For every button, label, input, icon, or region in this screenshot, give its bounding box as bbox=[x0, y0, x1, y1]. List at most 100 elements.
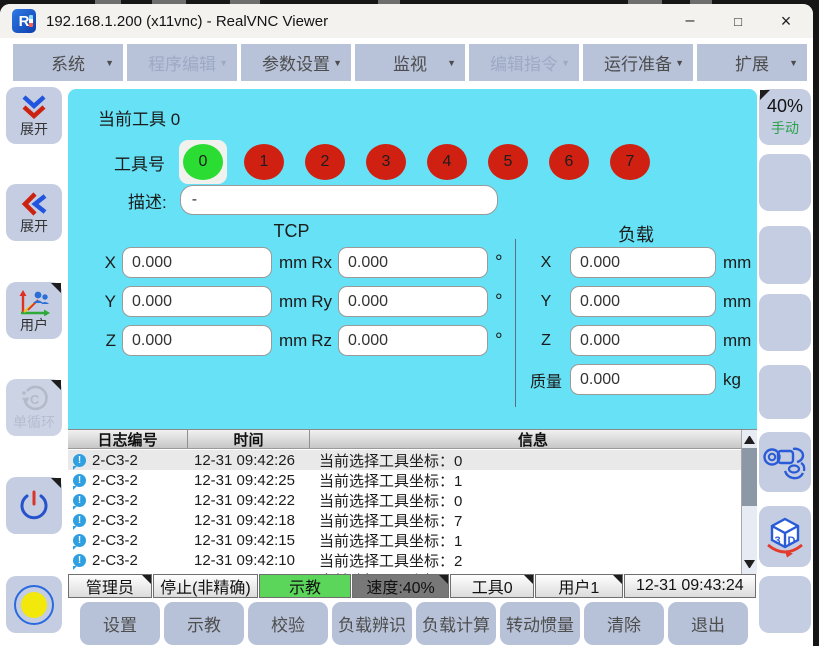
value-field[interactable]: 0.000 bbox=[570, 247, 716, 278]
log-row[interactable]: ! 2-C3-2 12-31 09:42:15 当前选择工具坐标：1 bbox=[68, 530, 741, 550]
field-axis-label: Z bbox=[528, 332, 564, 350]
field-unit-label: mm bbox=[723, 331, 751, 351]
tool-number-value: 2 bbox=[321, 153, 330, 171]
chevron-down-icon: ▼ bbox=[105, 58, 114, 68]
description-input[interactable]: - bbox=[180, 185, 498, 215]
status-user-frame[interactable]: 用户1 bbox=[535, 574, 623, 598]
log-cell-time: 12-31 09:42:25 bbox=[188, 472, 310, 489]
value-field[interactable]: 0.000 bbox=[122, 286, 272, 317]
menu-item-label: 扩展 bbox=[735, 50, 769, 75]
log-scrollbar[interactable] bbox=[741, 430, 757, 574]
field-row: X 0.000 mm bbox=[96, 247, 307, 278]
minimize-button[interactable]: – bbox=[673, 7, 707, 35]
tool-number-button[interactable]: 2 bbox=[301, 140, 349, 184]
hand-guide-button[interactable] bbox=[759, 432, 811, 492]
expand-down-button[interactable]: 展开 bbox=[6, 87, 62, 144]
value-field[interactable]: 0.000 bbox=[338, 247, 488, 278]
tool-settings-panel: 当前工具 0 工具号 0 bbox=[68, 89, 757, 429]
power-button[interactable] bbox=[6, 477, 62, 534]
tool-number-button[interactable]: 0 bbox=[179, 140, 227, 184]
log-row[interactable]: ! 2-C3-2 12-31 09:42:22 当前选择工具坐标：0 bbox=[68, 490, 741, 510]
field-axis-label: 质量 bbox=[528, 368, 564, 392]
expand-left-button[interactable]: 展开 bbox=[6, 184, 62, 241]
value-field[interactable]: 0.000 bbox=[570, 286, 716, 317]
scrollbar-thumb[interactable] bbox=[742, 448, 757, 506]
log-id-text: 2-C3-2 bbox=[92, 452, 138, 469]
value-field[interactable]: 0.000 bbox=[122, 247, 272, 278]
deadman-indicator-button[interactable] bbox=[6, 576, 62, 633]
field-axis-label: Y bbox=[528, 293, 564, 311]
value-field[interactable]: 0.000 bbox=[122, 325, 272, 356]
side-button-empty[interactable] bbox=[759, 226, 811, 284]
field-row: Rx 0.000 ° bbox=[304, 247, 503, 278]
desktop-background: R 192.168.1.200 (x11vnc) - RealVNC Viewe… bbox=[0, 0, 819, 646]
chevron-down-icon: ▼ bbox=[675, 58, 684, 68]
side-button-empty[interactable] bbox=[759, 294, 811, 351]
value-field[interactable]: 0.000 bbox=[570, 325, 716, 356]
field-axis-label: Rz bbox=[304, 331, 332, 351]
side-button-empty[interactable] bbox=[759, 576, 811, 633]
tool-number-button[interactable]: 3 bbox=[362, 140, 410, 184]
bottom-action-button[interactable]: 清除 bbox=[584, 602, 664, 645]
status-speed[interactable]: 速度:40% bbox=[352, 574, 450, 598]
window-title: 192.168.1.200 (x11vnc) - RealVNC Viewer bbox=[46, 13, 328, 30]
realvnc-window: R 192.168.1.200 (x11vnc) - RealVNC Viewe… bbox=[0, 4, 813, 646]
bottom-action-button[interactable]: 示教 bbox=[164, 602, 244, 645]
scroll-down-icon[interactable] bbox=[744, 560, 755, 568]
log-row[interactable]: ! 2-C3-2 12-31 09:42:26 当前选择工具坐标：0 bbox=[68, 450, 741, 470]
tool-number-circle: 2 bbox=[305, 144, 345, 180]
value-field[interactable]: 0.000 bbox=[570, 364, 716, 395]
field-axis-label: Ry bbox=[304, 292, 332, 312]
menu-item[interactable]: 系统 ▼ bbox=[13, 44, 123, 81]
close-button[interactable]: × bbox=[769, 7, 803, 35]
hand-guide-icon bbox=[761, 441, 809, 483]
menu-item[interactable]: 监视 ▼ bbox=[355, 44, 465, 81]
menu-item[interactable]: 参数设置 ▼ bbox=[241, 44, 351, 81]
scroll-up-icon[interactable] bbox=[744, 436, 755, 444]
value-field[interactable]: 0.000 bbox=[338, 286, 488, 317]
tool-number-button[interactable]: 7 bbox=[606, 140, 654, 184]
tool-number-button[interactable]: 6 bbox=[545, 140, 593, 184]
user-frame-button[interactable]: 用户 bbox=[6, 282, 62, 339]
status-datetime: 12-31 09:43:24 bbox=[624, 574, 756, 598]
tool-number-circle: 0 bbox=[183, 144, 223, 180]
bottom-action-button[interactable]: 设置 bbox=[80, 602, 160, 645]
view-3d-button[interactable]: 3 D bbox=[759, 506, 811, 567]
field-axis-label: Rx bbox=[304, 253, 332, 273]
menu-item[interactable]: 扩展 ▼ bbox=[697, 44, 807, 81]
double-chevron-down-icon bbox=[19, 94, 49, 120]
log-id-text: 2-C3-2 bbox=[92, 472, 138, 489]
bottom-action-button[interactable]: 负载计算 bbox=[416, 602, 496, 645]
maximize-button[interactable]: □ bbox=[721, 7, 755, 35]
bottom-action-button[interactable]: 退出 bbox=[668, 602, 748, 645]
log-cell-time: 12-31 09:42:22 bbox=[188, 492, 310, 509]
field-unit-label: ° bbox=[495, 252, 503, 274]
field-row: Rz 0.000 ° bbox=[304, 325, 503, 356]
tcp-xyz-fields: X 0.000 mm Y 0.000 mm bbox=[96, 247, 307, 356]
status-tool[interactable]: 工具0 bbox=[450, 574, 534, 598]
log-cell-time: 12-31 09:42:10 bbox=[188, 552, 310, 569]
menu-item[interactable]: 程序编辑 ▼ bbox=[127, 44, 237, 81]
load-section-title: 负载 bbox=[515, 221, 757, 247]
speed-value: 40% bbox=[767, 96, 803, 117]
tool-number-button[interactable]: 1 bbox=[240, 140, 288, 184]
tool-number-button[interactable]: 4 bbox=[423, 140, 471, 184]
log-row[interactable]: ! 2-C3-2 12-31 09:42:10 当前选择工具坐标：2 bbox=[68, 550, 741, 570]
chevron-down-icon: ▼ bbox=[447, 58, 456, 68]
side-button-empty[interactable] bbox=[759, 365, 811, 419]
status-user-role[interactable]: 管理员 bbox=[68, 574, 152, 598]
bottom-action-button[interactable]: 负载辨识 bbox=[332, 602, 412, 645]
menu-item[interactable]: 运行准备 ▼ bbox=[583, 44, 693, 81]
field-row: X 0.000 mm bbox=[528, 247, 751, 278]
speed-mode-button[interactable]: 40% 手动 bbox=[759, 89, 811, 145]
value-field[interactable]: 0.000 bbox=[338, 325, 488, 356]
tool-number-button[interactable]: 5 bbox=[484, 140, 532, 184]
user-coordinate-axes-icon bbox=[16, 288, 52, 316]
log-row[interactable]: ! 2-C3-2 12-31 09:42:18 当前选择工具坐标：7 bbox=[68, 510, 741, 530]
log-row[interactable]: ! 2-C3-2 12-31 09:42:25 当前选择工具坐标：1 bbox=[68, 470, 741, 490]
expand-down-label: 展开 bbox=[20, 121, 48, 137]
menu-item[interactable]: 编辑指令 ▼ bbox=[469, 44, 579, 81]
bottom-action-button[interactable]: 校验 bbox=[248, 602, 328, 645]
side-button-empty[interactable] bbox=[759, 154, 811, 211]
bottom-action-button[interactable]: 转动惯量 bbox=[500, 602, 580, 645]
